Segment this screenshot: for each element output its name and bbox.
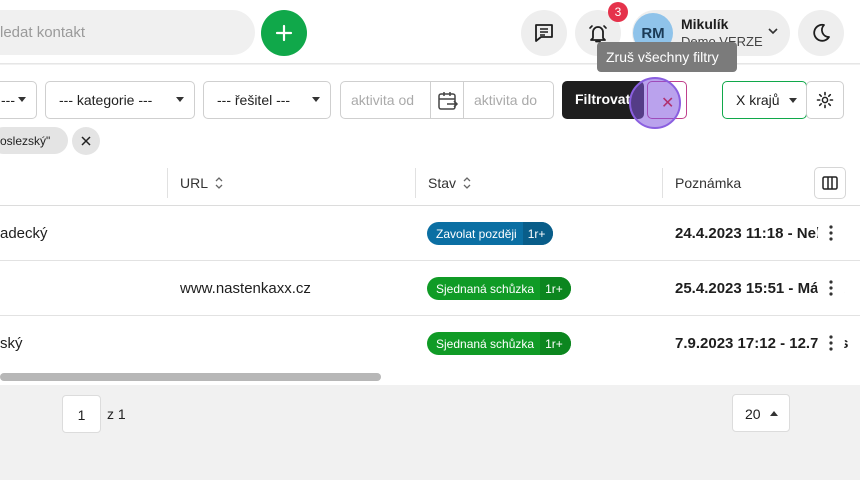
- status-badge[interactable]: Sjednaná schůzka 1r+: [427, 277, 571, 300]
- resolver-select[interactable]: --- řešitel ---: [203, 81, 331, 119]
- divider: [463, 82, 464, 118]
- cell-name: ský: [0, 335, 23, 352]
- page-size-select[interactable]: 20: [732, 394, 790, 432]
- status-label: Sjednaná schůzka: [436, 336, 535, 351]
- column-header-status[interactable]: Stav: [428, 175, 472, 191]
- status-count: 1r+: [522, 222, 554, 245]
- regions-select-label: X krajů: [736, 92, 780, 108]
- columns-icon: [822, 176, 838, 190]
- page-size-value: 20: [745, 406, 761, 422]
- filter-select-partial-label: ---: [1, 92, 15, 108]
- caret-down-icon: [789, 98, 797, 103]
- horizontal-scrollbar[interactable]: [0, 370, 860, 385]
- divider: [430, 82, 431, 118]
- close-icon: ✕: [661, 95, 675, 112]
- status-count: 1r+: [540, 277, 571, 300]
- table-row[interactable]: adecký Zavolat později 1r+ 24.4.2023 11:…: [0, 206, 860, 261]
- gear-icon: [816, 91, 834, 109]
- filter-settings-button[interactable]: [806, 81, 844, 119]
- column-separator: [662, 168, 663, 198]
- filter-bar: --- --- kategorie --- --- řešitel --- ak…: [0, 65, 860, 160]
- column-header-label: Poznámka: [675, 175, 742, 191]
- active-filter-chip-label: oslezský": [0, 134, 51, 148]
- row-actions-button[interactable]: [817, 274, 845, 302]
- status-count: 1r+: [540, 332, 571, 355]
- status-label: Zavolat později: [436, 226, 517, 241]
- message-icon: [535, 24, 553, 42]
- messages-button[interactable]: [521, 10, 567, 56]
- plus-icon: [275, 24, 293, 42]
- active-filter-chip: oslezský": [0, 127, 68, 154]
- regions-select[interactable]: X krajů: [722, 81, 807, 119]
- column-separator: [415, 168, 416, 198]
- clear-filters-tooltip: Zruš všechny filtry: [597, 42, 737, 72]
- caret-down-icon: [312, 97, 320, 102]
- column-header-url[interactable]: URL: [180, 175, 224, 191]
- user-name: Mikulík: [681, 16, 729, 32]
- table-header: URL Stav Poznámka: [0, 160, 860, 206]
- more-vertical-icon: [829, 335, 833, 351]
- status-badge[interactable]: Sjednaná schůzka 1r+: [427, 332, 571, 355]
- add-contact-button[interactable]: [261, 10, 307, 56]
- more-vertical-icon: [829, 225, 833, 241]
- activity-date-range: aktivita od aktivita do: [340, 81, 554, 119]
- caret-down-icon: [18, 97, 26, 102]
- sort-icon: [463, 177, 471, 189]
- status-label: Sjednaná schůzka: [436, 281, 535, 296]
- dark-mode-toggle[interactable]: [798, 10, 844, 56]
- activity-from-input[interactable]: aktivita od: [351, 92, 414, 108]
- notification-badge: 3: [608, 2, 628, 22]
- calendar-arrow-icon[interactable]: [437, 90, 459, 112]
- resolver-select-label: --- řešitel ---: [217, 92, 291, 108]
- status-badge[interactable]: Zavolat později 1r+: [427, 222, 554, 245]
- search-input[interactable]: ledat kontakt: [0, 10, 255, 55]
- column-separator: [167, 168, 168, 198]
- more-vertical-icon: [829, 280, 833, 296]
- cell-url[interactable]: www.nastenkaxx.cz: [180, 280, 311, 297]
- table-row[interactable]: www.nastenkaxx.cz Sjednaná schůzka 1r+ 2…: [0, 261, 860, 316]
- column-header-note: Poznámka: [675, 175, 741, 191]
- category-select[interactable]: --- kategorie ---: [45, 81, 195, 119]
- close-icon: [81, 136, 91, 146]
- filter-select-partial[interactable]: ---: [0, 81, 37, 119]
- activity-to-input[interactable]: aktivita do: [474, 92, 537, 108]
- page-number-input[interactable]: 1: [62, 395, 101, 433]
- cell-name: adecký: [0, 225, 48, 242]
- row-actions-button[interactable]: [817, 219, 845, 247]
- caret-up-icon: [770, 411, 778, 416]
- bell-icon: [589, 25, 607, 43]
- chevron-down-icon: [768, 28, 778, 35]
- column-settings-button[interactable]: [814, 167, 846, 199]
- column-header-label: URL: [180, 175, 209, 191]
- category-select-label: --- kategorie ---: [59, 92, 153, 108]
- search-placeholder: ledat kontakt: [0, 24, 86, 41]
- caret-down-icon: [176, 97, 184, 102]
- scrollbar-thumb[interactable]: [0, 373, 381, 381]
- moon-icon: [813, 23, 830, 42]
- row-actions-button[interactable]: [817, 329, 845, 357]
- sort-icon: [215, 177, 223, 189]
- page-count-label: z 1: [107, 406, 126, 422]
- remove-filter-chip-button[interactable]: [72, 127, 100, 155]
- column-header-label: Stav: [428, 175, 457, 191]
- table-row[interactable]: ský Sjednaná schůzka 1r+ 7.9.2023 17:12 …: [0, 316, 860, 371]
